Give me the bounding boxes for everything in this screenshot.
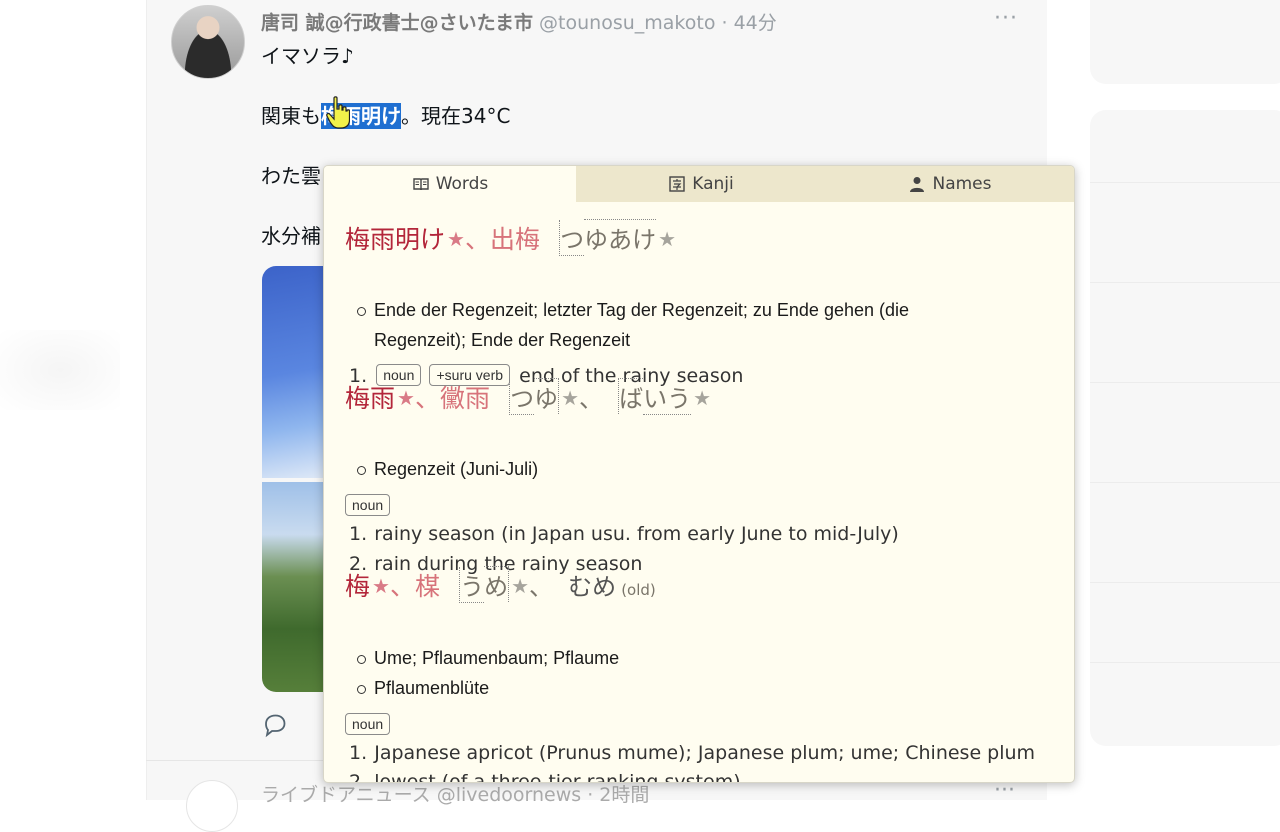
german-gloss: Pflaumenblüte — [374, 678, 490, 698]
tab-words-label: Words — [435, 174, 489, 194]
headword-kanji[interactable]: 梅 — [345, 572, 370, 601]
dictionary-popup: Words Kanji Names 梅雨明け ★、出梅 つゆあけ ★ Ende de… — [323, 165, 1075, 783]
reading[interactable]: つゆ — [509, 378, 560, 415]
divider — [1090, 382, 1280, 383]
star-icon: ★ — [658, 227, 677, 251]
tab-words[interactable]: Words — [324, 166, 576, 202]
german-gloss: Ende der Regenzeit; letzter Tag der Rege… — [374, 300, 910, 320]
entry-headword-row: 梅雨 ★、黴雨 つゆ ★、 ばいう ★ — [345, 378, 711, 415]
divider — [1090, 582, 1280, 583]
next-tweet-author-line: ライブドアニュース @livedoornews · 2時間 — [261, 780, 649, 807]
pitch-accent-mark: つ — [509, 379, 535, 415]
background-shade — [0, 330, 120, 410]
pitch-accent-mark: ゆあけ — [584, 219, 657, 255]
reading-separator: 、 — [529, 573, 554, 601]
popup-tab-bar: Words Kanji Names — [324, 166, 1074, 202]
kanji-icon — [669, 176, 685, 192]
star-icon: ★ — [561, 386, 580, 410]
star-icon: ★ — [372, 574, 390, 598]
next-tweet-avatar[interactable] — [186, 780, 238, 832]
divider — [1090, 282, 1280, 283]
tab-names[interactable]: Names — [826, 166, 1074, 202]
english-gloss: rainy season (in Japan usu. from early J… — [374, 523, 899, 545]
pitch-accent-mark: め — [484, 566, 510, 602]
entry-headword-row: 梅 ★、楳 うめ ★、 むめ (old) — [345, 566, 656, 603]
tweet-text-line: イマソラ♪ — [261, 44, 354, 68]
headword-kanji[interactable]: 梅雨明け — [345, 225, 445, 254]
tweet-author-line: 唐司 誠@行政書士@さいたま市 @tounosu_makoto · 44分 — [261, 8, 777, 35]
author-avatar[interactable] — [171, 5, 245, 79]
next-author-handle[interactable]: @livedoornews · 2時間 — [437, 784, 650, 806]
star-icon: ★ — [397, 386, 415, 410]
tweet-text-line: わた雲 — [261, 164, 321, 188]
headword-separator: 、 — [389, 572, 415, 601]
german-gloss: Regenzeit); Ende der Regenzeit — [374, 330, 631, 350]
sense-number: 1. — [349, 742, 368, 764]
pitch-accent-mark: つ — [559, 220, 585, 256]
star-icon: ★ — [693, 386, 712, 410]
bullet-icon — [357, 655, 366, 664]
divider — [1090, 182, 1280, 183]
pitch-accent-mark: ば — [618, 378, 644, 414]
pitch-accent-mark: ゆ — [534, 378, 560, 414]
headword-separator: 、 — [464, 225, 490, 254]
reading[interactable]: つゆあけ — [559, 219, 657, 256]
tweet-text-line: 関東も梅雨明け。現在34°C — [261, 100, 510, 129]
more-options-button[interactable]: ··· — [994, 6, 1018, 31]
pos-tag-row: noun — [345, 494, 391, 516]
author-handle[interactable]: @tounosu_makoto · 44分 — [539, 12, 777, 34]
star-icon: ★ — [447, 227, 465, 251]
author-name[interactable]: 唐司 誠@行政書士@さいたま市 — [261, 12, 533, 34]
sidebar-trends-card — [1090, 110, 1280, 746]
pos-tag-row: noun — [345, 713, 391, 735]
tab-kanji[interactable]: Kanji — [576, 166, 826, 202]
headword-kanji-alt[interactable]: 楳 — [415, 572, 440, 601]
reading[interactable]: むめ — [568, 573, 616, 601]
sidebar-card — [1090, 0, 1280, 84]
sense-number: 1. — [349, 523, 368, 545]
divider — [1090, 482, 1280, 483]
reading[interactable]: うめ — [459, 566, 510, 603]
headword-kanji[interactable]: 梅雨 — [345, 384, 395, 413]
english-sense: 1. Japanese apricot (Prunus mume); Japan… — [349, 742, 1035, 764]
reply-icon[interactable] — [262, 712, 288, 738]
tweet-text-pre: 関東も — [261, 104, 321, 128]
pos-tag: noun — [345, 494, 391, 516]
pitch-accent-mark: う — [459, 567, 485, 603]
german-gloss: Ume; Pflaumenbaum; Pflaume — [374, 648, 620, 668]
tab-kanji-label: Kanji — [692, 174, 734, 194]
german-gloss: Regenzeit (Juni-Juli) — [374, 459, 539, 479]
pitch-accent-mark: いう — [643, 379, 692, 415]
tab-names-label: Names — [932, 174, 992, 194]
english-sense: 1. rainy season (in Japan usu. from earl… — [349, 523, 899, 545]
headword-kanji-alt[interactable]: 黴雨 — [440, 384, 490, 413]
headword-separator: 、 — [414, 384, 440, 413]
reading[interactable]: ばいう — [618, 378, 692, 415]
bullet-icon — [357, 307, 366, 316]
sense-number: 2. — [349, 771, 368, 783]
tweet-text-post: 。現在34°C — [401, 104, 511, 128]
person-icon — [910, 177, 925, 192]
next-author-name[interactable]: ライブドアニュース — [261, 784, 431, 806]
tweet-text-line: 水分補 — [261, 224, 321, 248]
hand-cursor-icon — [326, 96, 350, 129]
english-gloss: Japanese apricot (Prunus mume); Japanese… — [374, 742, 1036, 764]
tweet-photo[interactable] — [262, 482, 326, 692]
bullet-icon — [357, 466, 366, 475]
book-icon — [413, 178, 429, 191]
pos-tag: noun — [345, 713, 391, 735]
english-sense: 2. lowest (of a three-tier ranking syste… — [349, 771, 741, 783]
reading-separator: 、 — [579, 385, 604, 413]
english-gloss: lowest (of a three-tier ranking system) — [374, 771, 741, 783]
divider — [1090, 662, 1280, 663]
old-label: (old) — [621, 581, 656, 599]
bullet-icon — [357, 685, 366, 694]
star-icon: ★ — [511, 574, 530, 598]
headword-kanji-alt[interactable]: 出梅 — [490, 225, 540, 254]
tweet-photo[interactable] — [262, 266, 326, 478]
entry-headword-row: 梅雨明け ★、出梅 つゆあけ ★ — [345, 219, 676, 256]
